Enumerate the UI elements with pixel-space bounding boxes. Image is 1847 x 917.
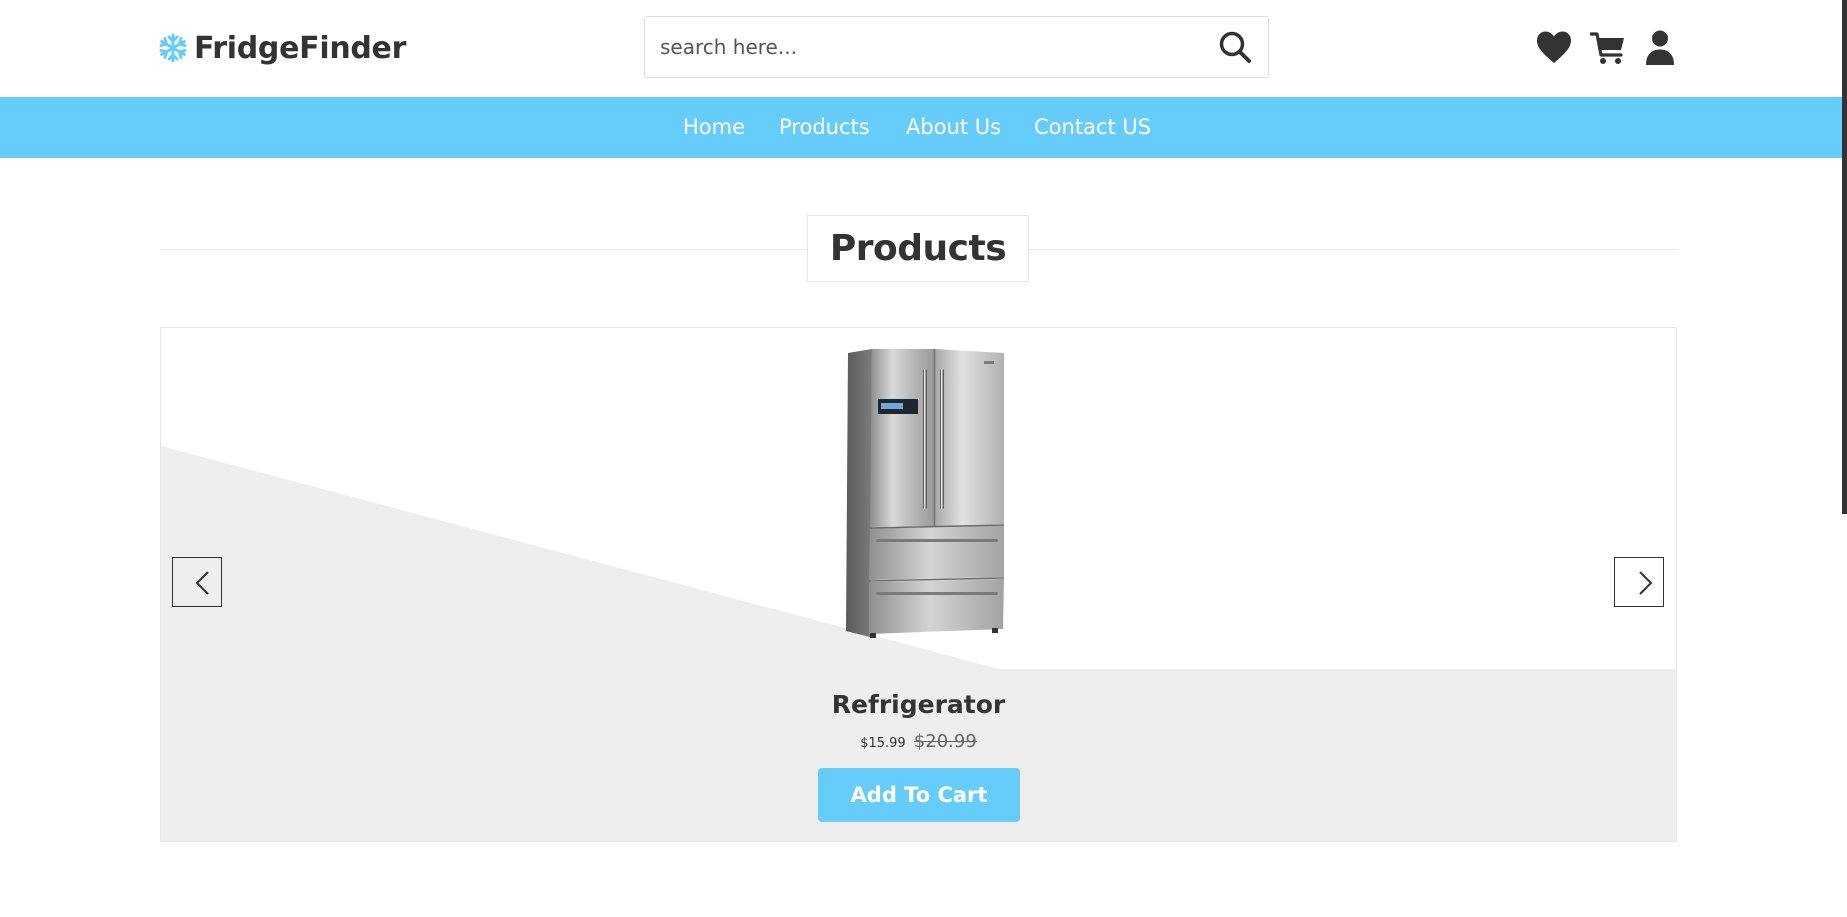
chevron-right-icon — [1639, 571, 1653, 595]
section-heading-box: Products — [807, 215, 1029, 282]
header-icons — [1536, 28, 1678, 68]
slider-prev-button[interactable] — [172, 557, 222, 607]
search-icon[interactable] — [1218, 30, 1252, 64]
slider-next-button[interactable] — [1614, 557, 1664, 607]
section-heading: Products — [829, 228, 1007, 269]
product-price: $15.99 — [860, 736, 906, 751]
logo-link[interactable]: FridgeFinder — [158, 28, 406, 68]
product-old-price: $20.99 — [913, 731, 977, 752]
nav-products[interactable]: Products — [779, 97, 870, 158]
nav-home[interactable]: Home — [683, 97, 745, 158]
user-icon[interactable] — [1642, 28, 1678, 68]
logo-text: FridgeFinder — [194, 30, 407, 66]
snowflake-icon — [159, 33, 187, 63]
add-to-cart-button[interactable]: Add To Cart — [818, 768, 1020, 822]
cart-icon[interactable] — [1590, 28, 1626, 68]
product-slider: Refrigerator $15.99 $20.99 Add To Cart — [160, 327, 1677, 842]
main-navbar: Home Products About Us Contact US — [0, 97, 1847, 158]
page-scrollbar[interactable] — [1842, 0, 1847, 514]
nav-contact-us[interactable]: Contact US — [1034, 97, 1151, 158]
product-name: Refrigerator — [831, 690, 1006, 719]
site-header: FridgeFinder — [0, 0, 1847, 97]
nav-about-us[interactable]: About Us — [906, 97, 1001, 158]
search-input[interactable] — [645, 17, 1185, 77]
heart-icon[interactable] — [1536, 28, 1572, 68]
refrigerator-image — [846, 349, 1005, 638]
chevron-left-icon — [195, 571, 209, 595]
search-box — [644, 16, 1269, 78]
price-row: $15.99 $20.99 — [161, 731, 1676, 752]
